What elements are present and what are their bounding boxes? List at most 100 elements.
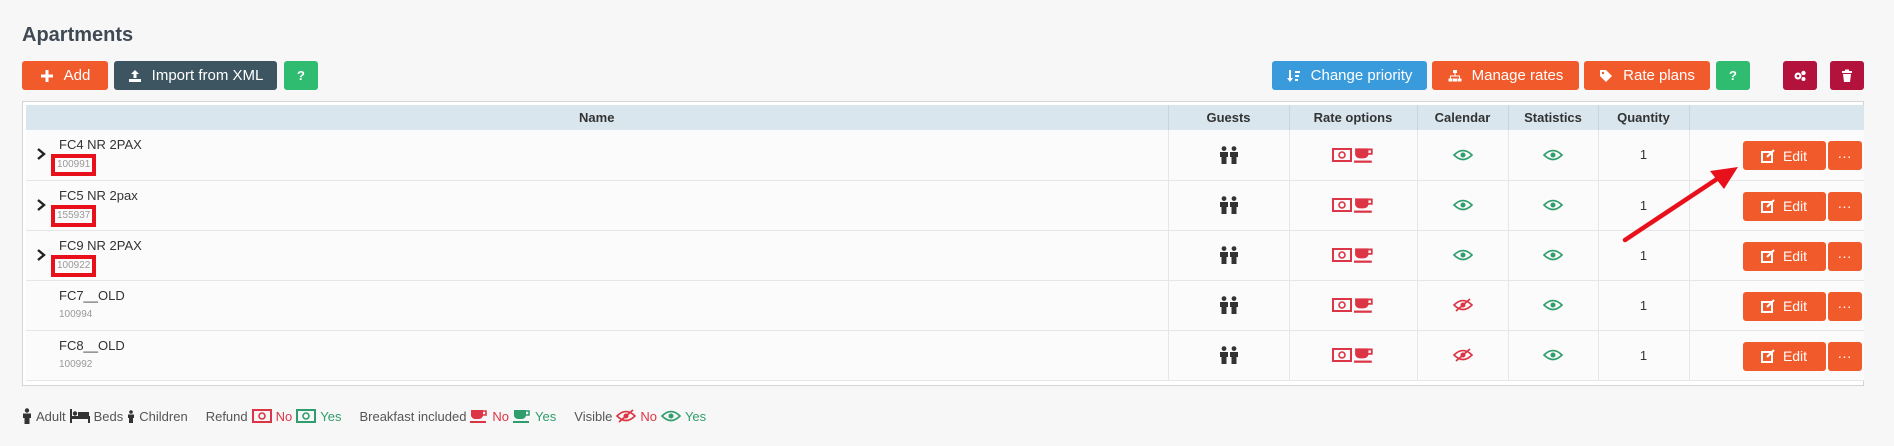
more-actions-button[interactable]: ··· — [1827, 291, 1862, 321]
table-row: FC5 NR 2pax 155937 1 Edit ··· — [26, 180, 1864, 230]
eye-icon[interactable] — [1542, 347, 1564, 363]
chevron-right-icon[interactable] — [36, 148, 46, 160]
col-rate-options: Rate options — [1289, 105, 1418, 130]
quantity-cell: 1 — [1598, 280, 1690, 330]
actions-cell: Edit ··· — [1689, 280, 1864, 330]
settings-button[interactable] — [1783, 61, 1817, 90]
breakfast-no-icon — [1354, 148, 1373, 163]
guests-cell — [1168, 230, 1290, 280]
col-actions — [1689, 105, 1864, 130]
eye-icon[interactable] — [1452, 147, 1473, 163]
refund-no-icon — [1332, 348, 1352, 363]
col-quantity: Quantity — [1598, 105, 1690, 130]
name-cell: FC8__OLD 100992 — [26, 330, 1169, 380]
statistics-cell — [1508, 280, 1599, 330]
legend-refund-no: No — [275, 408, 293, 424]
more-label: ··· — [1837, 298, 1852, 314]
guests-icon — [1219, 196, 1238, 214]
edit-icon — [1760, 249, 1775, 263]
add-label: Add — [63, 67, 91, 84]
chevron-right-icon[interactable] — [36, 198, 46, 211]
eye-icon[interactable] — [1542, 297, 1564, 313]
refund-no-icon — [1332, 298, 1352, 313]
edit-button[interactable]: Edit — [1742, 141, 1826, 170]
col-statistics: Statistics — [1508, 105, 1599, 130]
upload-icon — [128, 69, 141, 82]
sort-icon — [1286, 69, 1300, 82]
apartment-id: 100992 — [59, 359, 93, 370]
breakfast-no-icon — [1354, 298, 1373, 314]
more-label: ··· — [1837, 348, 1852, 364]
calendar-cell — [1417, 130, 1509, 180]
help2-label: ? — [1729, 68, 1737, 83]
edit-button[interactable]: Edit — [1742, 241, 1826, 271]
edit-icon — [1760, 349, 1775, 363]
name-cell: FC5 NR 2pax 155937 — [26, 180, 1169, 230]
legend-visible-no: No — [640, 408, 657, 424]
name-cell: FC7__OLD 100994 — [26, 280, 1169, 330]
apartment-id: 100922 — [50, 254, 97, 277]
breakfast-no-icon — [1354, 248, 1373, 264]
eye-icon[interactable] — [1452, 197, 1473, 213]
breakfast-no-icon — [470, 410, 488, 423]
add-button[interactable]: Add — [22, 61, 108, 90]
statistics-cell — [1508, 180, 1599, 230]
legend-beds: Beds — [93, 408, 124, 424]
more-label: ··· — [1837, 248, 1852, 264]
rate-plans-button[interactable]: Rate plans — [1584, 61, 1710, 90]
page-title: Apartments — [22, 24, 134, 46]
more-actions-button[interactable]: ··· — [1827, 191, 1862, 221]
manage-rates-button[interactable]: Manage rates — [1432, 61, 1579, 90]
legend-refund-yes: Yes — [320, 408, 342, 424]
eye-icon[interactable] — [1452, 247, 1473, 263]
adult-icon — [23, 408, 31, 424]
eye-icon[interactable] — [1542, 147, 1564, 163]
child-icon — [128, 409, 135, 423]
edit-icon — [1760, 299, 1775, 313]
edit-label: Edit — [1782, 198, 1808, 214]
guests-icon — [1219, 296, 1238, 314]
chevron-right-icon[interactable] — [36, 248, 46, 261]
edit-label: Edit — [1782, 147, 1808, 164]
eye-slash-icon — [616, 409, 637, 423]
help-button[interactable]: ? — [284, 61, 318, 90]
legend: Adult Beds Children Refund No Yes Breakf… — [22, 408, 706, 424]
name-cell: FC9 NR 2PAX 100922 — [26, 230, 1169, 280]
table-row: FC4 NR 2PAX 100991 1 Edit ··· — [26, 130, 1864, 180]
more-actions-button[interactable]: ··· — [1827, 241, 1862, 271]
refund-no-icon — [1332, 198, 1352, 213]
help-button-2[interactable]: ? — [1716, 61, 1750, 90]
eye-icon[interactable] — [1542, 247, 1564, 263]
edit-button[interactable]: Edit — [1742, 341, 1826, 371]
more-label: ··· — [1837, 198, 1852, 214]
apartment-name[interactable]: FC4 NR 2PAX — [59, 137, 1168, 153]
more-actions-button[interactable]: ··· — [1827, 141, 1862, 170]
eye-slash-icon[interactable] — [1452, 347, 1473, 363]
edit-button[interactable]: Edit — [1742, 191, 1826, 221]
edit-label: Edit — [1782, 348, 1808, 364]
eye-slash-icon[interactable] — [1452, 297, 1473, 313]
more-actions-button[interactable]: ··· — [1827, 341, 1862, 371]
apartment-name[interactable]: FC7__OLD — [59, 288, 1168, 304]
edit-button[interactable]: Edit — [1742, 291, 1826, 321]
apartment-name[interactable]: FC8__OLD — [59, 338, 1168, 354]
name-cell: FC4 NR 2PAX 100991 — [26, 130, 1169, 180]
beds-icon — [69, 409, 90, 423]
apartment-name[interactable]: FC5 NR 2pax — [59, 188, 1168, 204]
calendar-cell — [1417, 230, 1509, 280]
import-xml-button[interactable]: Import from XML — [114, 61, 277, 90]
eye-icon[interactable] — [1542, 197, 1564, 213]
apartment-id: 155937 — [50, 204, 97, 227]
gears-icon — [1794, 70, 1806, 81]
manage-rates-label: Manage rates — [1471, 67, 1564, 84]
delete-button[interactable] — [1830, 61, 1864, 90]
col-name[interactable]: Name — [26, 105, 1169, 130]
refund-no-icon — [1332, 248, 1352, 263]
trash-icon — [1842, 69, 1852, 82]
table-row: FC7__OLD 100994 1 Edit ··· — [26, 280, 1864, 330]
apartment-name[interactable]: FC9 NR 2PAX — [59, 238, 1168, 254]
annotation-arrow — [1622, 167, 1738, 243]
statistics-cell — [1508, 230, 1599, 280]
change-priority-button[interactable]: Change priority — [1272, 61, 1427, 90]
quantity-cell: 1 — [1598, 330, 1690, 380]
